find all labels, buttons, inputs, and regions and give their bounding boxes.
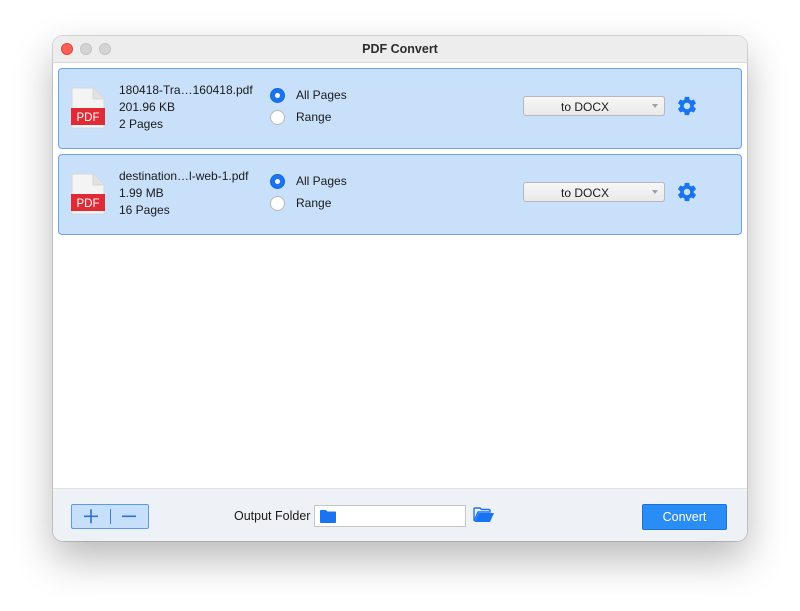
file-page-count: 2 Pages [119, 117, 164, 131]
convert-button[interactable]: Convert [642, 504, 727, 530]
plus-icon [84, 509, 98, 524]
pdf-file-icon: PDF [71, 173, 105, 215]
range-label[interactable]: Range [296, 110, 331, 124]
output-format-select[interactable]: to DOCX [523, 182, 665, 202]
all-pages-radio[interactable] [270, 174, 285, 189]
range-radio[interactable] [270, 110, 285, 125]
file-list[interactable]: PDF 180418-Tra…160418.pdf 201.96 KB 2 Pa… [53, 63, 747, 487]
remove-file-button[interactable] [110, 505, 148, 528]
window-title: PDF Convert [362, 42, 438, 56]
output-format-value: to DOCX [560, 186, 609, 200]
add-remove-control [71, 504, 149, 529]
app-window: PDF Convert PDF 180418-Tra…160418.pdf 20… [53, 36, 747, 541]
all-pages-label[interactable]: All Pages [296, 88, 347, 102]
file-name: 180418-Tra…160418.pdf [119, 83, 253, 97]
file-name: destination…l-web-1.pdf [119, 169, 249, 183]
all-pages-radio[interactable] [270, 88, 285, 103]
add-file-button[interactable] [72, 505, 110, 528]
title-bar[interactable]: PDF Convert [53, 36, 747, 63]
folder-icon [320, 510, 336, 523]
all-pages-label[interactable]: All Pages [296, 174, 347, 188]
chevron-down-icon [652, 190, 658, 194]
open-folder-icon[interactable] [473, 505, 495, 525]
output-format-value: to DOCX [560, 100, 609, 114]
minus-icon [122, 515, 136, 518]
file-size: 201.96 KB [119, 100, 176, 114]
output-format-select[interactable]: to DOCX [523, 96, 665, 116]
pdf-icon-label: PDF [77, 198, 100, 210]
output-folder-field[interactable] [314, 505, 466, 527]
gear-icon[interactable] [676, 181, 698, 203]
pdf-file-icon: PDF [71, 87, 105, 129]
file-row[interactable]: PDF destination…l-web-1.pdf 1.99 MB 16 P… [58, 154, 742, 235]
file-size: 1.99 MB [119, 186, 164, 200]
gear-icon[interactable] [676, 95, 698, 117]
chevron-down-icon [652, 104, 658, 108]
output-folder-label: Output Folder [234, 509, 311, 523]
file-page-count: 16 Pages [119, 203, 170, 217]
bottom-toolbar: Output Folder Convert [53, 488, 747, 541]
range-radio[interactable] [270, 196, 285, 211]
file-row[interactable]: PDF 180418-Tra…160418.pdf 201.96 KB 2 Pa… [58, 68, 742, 149]
range-label[interactable]: Range [296, 196, 331, 210]
pdf-icon-label: PDF [77, 112, 100, 124]
